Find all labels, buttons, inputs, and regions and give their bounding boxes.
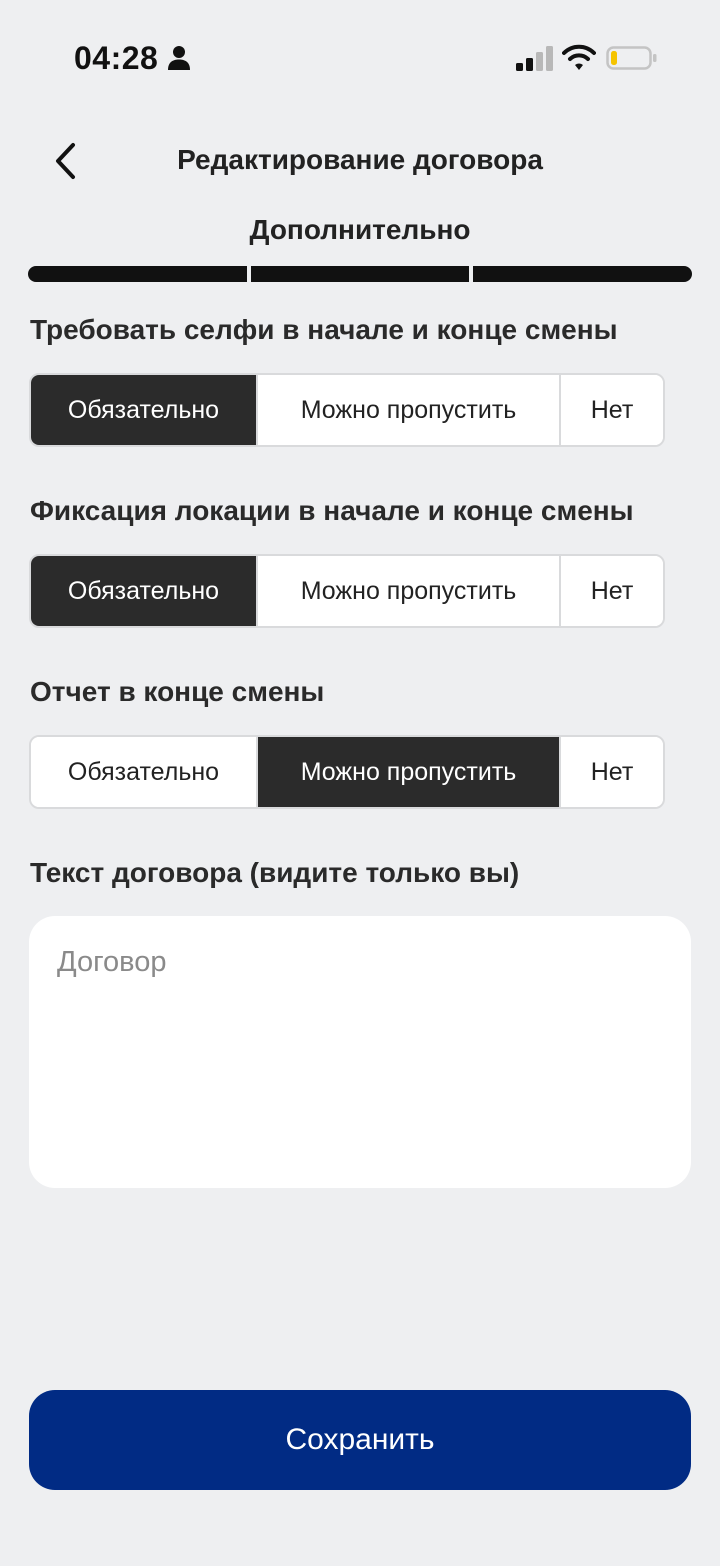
progress-segment (250, 266, 470, 282)
progress-segment (28, 266, 247, 282)
selfie-requirement-selector[interactable]: Обязательно Можно пропустить Нет (29, 373, 665, 447)
shift-report-label: Отчет в конце смены (30, 676, 325, 707)
status-bar: 04:28 (0, 0, 720, 110)
option-no[interactable]: Нет (559, 556, 663, 626)
page-title: Редактирование договора (177, 144, 543, 175)
location-requirement-label: Фиксация локации в начале и конце смены (30, 495, 634, 526)
wifi-icon (562, 44, 596, 70)
step-title: Дополнительно (249, 214, 471, 245)
person-icon (168, 46, 190, 70)
shift-report-selector[interactable]: Обязательно Можно пропустить Нет (29, 735, 665, 809)
option-skippable[interactable]: Можно пропустить (256, 375, 559, 445)
progress-segment (473, 266, 693, 282)
contract-text-label: Текст договора (видите только вы) (30, 857, 520, 888)
selfie-requirement-label: Требовать селфи в начале и конце смены (30, 314, 618, 345)
option-skippable[interactable]: Можно пропустить (256, 737, 559, 807)
save-button[interactable]: Сохранить (29, 1390, 691, 1490)
option-required[interactable]: Обязательно (31, 375, 256, 445)
signal-icon (516, 46, 553, 71)
battery-icon (606, 46, 657, 70)
contract-text-input[interactable] (29, 916, 691, 1188)
option-skippable[interactable]: Можно пропустить (256, 556, 559, 626)
location-requirement-selector[interactable]: Обязательно Можно пропустить Нет (29, 554, 665, 628)
option-no[interactable]: Нет (559, 737, 663, 807)
step-progress-bar (28, 266, 693, 282)
status-time: 04:28 (74, 40, 159, 76)
option-required[interactable]: Обязательно (31, 737, 256, 807)
option-required[interactable]: Обязательно (31, 556, 256, 626)
option-no[interactable]: Нет (559, 375, 663, 445)
